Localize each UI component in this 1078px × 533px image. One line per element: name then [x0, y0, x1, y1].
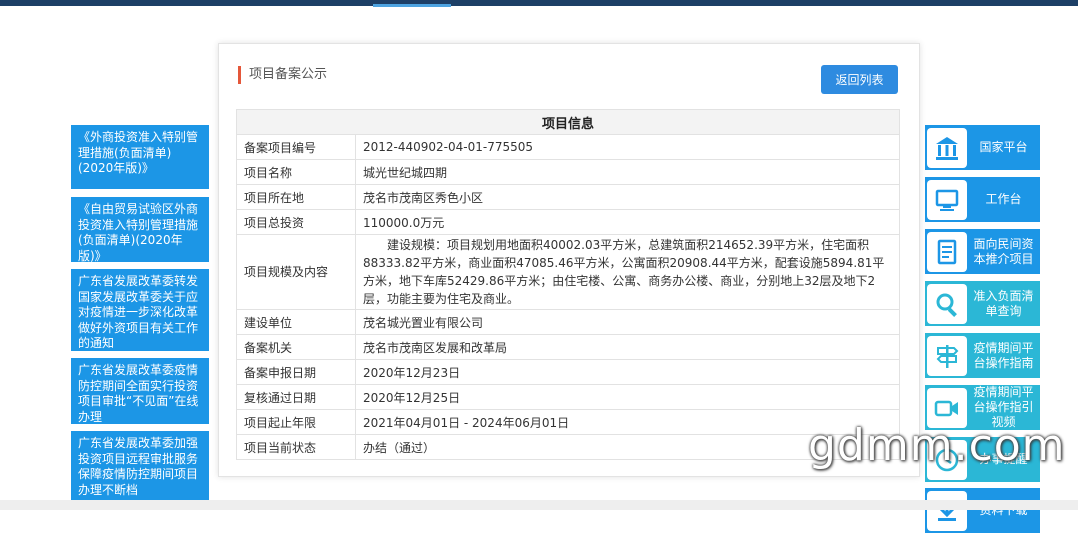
site-watermark: gdmm.com — [808, 420, 1066, 471]
table-header: 项目信息 — [236, 109, 900, 135]
row-label: 项目名称 — [236, 159, 356, 185]
bank-icon — [927, 127, 967, 168]
news-item-ftz-negative-list[interactable]: 《自由贸易试验区外商投资准入特别管理措施(负面清单)(2020年版)》 — [71, 197, 209, 262]
table-row: 备案申报日期 2020年12月23日 — [236, 359, 900, 385]
sidebar-item-epidemic-guide[interactable]: 疫情期间平台操作指南 — [925, 333, 1040, 378]
table-row: 建设单位 茂名城光置业有限公司 — [236, 309, 900, 335]
row-label: 备案申报日期 — [236, 359, 356, 385]
sidebar-item-download[interactable]: 资料下载 — [925, 488, 1040, 533]
table-row: 项目名称 城光世纪城四期 — [236, 159, 900, 185]
news-item-online-approval[interactable]: 广东省发展改革委疫情防控期间全面实行投资项目审批“不见面”在线办理 — [71, 358, 209, 424]
sidebar-item-national-platform[interactable]: 国家平台 — [925, 125, 1040, 170]
table-row: 项目起止年限 2021年04月01日 - 2024年06月01日 — [236, 409, 900, 435]
table-row: 项目所在地 茂名市茂南区秀色小区 — [236, 184, 900, 210]
row-label: 备案项目编号 — [236, 134, 356, 160]
back-to-list-button[interactable]: 返回列表 — [821, 65, 898, 94]
table-header-row: 项目信息 — [236, 109, 900, 135]
project-scale-value: 建设规模：项目规划用地面积40002.03平方米，总建筑面积214652.39平… — [355, 234, 900, 310]
review-date-value: 2020年12月25日 — [355, 384, 900, 410]
top-nav-active-indicator — [373, 4, 451, 7]
top-navigation-bar — [0, 0, 1078, 6]
signpost-icon — [927, 335, 967, 376]
sidebar-item-private-capital-projects[interactable]: 面向民间资本推介项目 — [925, 229, 1040, 274]
search-icon — [927, 283, 967, 324]
row-label: 项目规模及内容 — [236, 234, 356, 310]
table-row: 备案机关 茂名市茂南区发展和改革局 — [236, 334, 900, 360]
page-bottom-strip — [0, 500, 1078, 510]
download-icon — [927, 490, 967, 531]
sidebar-item-label: 面向民间资本推介项目 — [973, 236, 1034, 266]
table-row: 项目规模及内容 建设规模：项目规划用地面积40002.03平方米，总建筑面积21… — [236, 234, 900, 310]
sidebar-item-label: 工作台 — [985, 192, 1022, 206]
project-info-table: 项目信息 备案项目编号 2012-440902-04-01-775505 项目名… — [236, 109, 900, 460]
row-label: 项目所在地 — [236, 184, 356, 210]
project-location-value: 茂名市茂南区秀色小区 — [355, 184, 900, 210]
total-investment-value: 110000.0万元 — [355, 209, 900, 235]
sidebar-item-label: 国家平台 — [979, 140, 1028, 154]
news-item-negative-list-2020[interactable]: 《外商投资准入特别管理措施(负面清单)(2020年版)》 — [71, 125, 209, 189]
news-item-epidemic-foreign-investment[interactable]: 广东省发展改革委转发国家发展改革委关于应对疫情进一步深化改革做好外资项目有关工作… — [71, 269, 209, 351]
table-row: 备案项目编号 2012-440902-04-01-775505 — [236, 134, 900, 160]
table-row: 项目当前状态 办结（通过） — [236, 434, 900, 460]
builder-value: 茂名城光置业有限公司 — [355, 309, 900, 335]
table-row: 复核通过日期 2020年12月25日 — [236, 384, 900, 410]
document-icon — [927, 231, 967, 272]
sidebar-item-negative-list-query[interactable]: 准入负面清单查询 — [925, 281, 1040, 326]
monitor-icon — [927, 179, 967, 220]
row-label: 项目当前状态 — [236, 434, 356, 460]
row-label: 复核通过日期 — [236, 384, 356, 410]
row-label: 项目起止年限 — [236, 409, 356, 435]
row-label: 建设单位 — [236, 309, 356, 335]
record-authority-value: 茂名市茂南区发展和改革局 — [355, 334, 900, 360]
sidebar-item-workbench[interactable]: 工作台 — [925, 177, 1040, 222]
apply-date-value: 2020年12月23日 — [355, 359, 900, 385]
sidebar-item-label: 疫情期间平台操作指南 — [973, 340, 1034, 370]
project-name-value: 城光世纪城四期 — [355, 159, 900, 185]
table-row: 项目总投资 110000.0万元 — [236, 209, 900, 235]
row-label: 项目总投资 — [236, 209, 356, 235]
row-label: 备案机关 — [236, 334, 356, 360]
record-code-value: 2012-440902-04-01-775505 — [355, 134, 900, 160]
project-record-panel: 项目备案公示 返回列表 项目信息 备案项目编号 2012-440902-04-0… — [218, 43, 920, 477]
news-item-remote-approval[interactable]: 广东省发展改革委加强投资项目远程审批服务保障疫情防控期间项目办理不断档 — [71, 431, 209, 510]
panel-title: 项目备案公示 — [238, 66, 327, 84]
sidebar-item-label: 准入负面清单查询 — [973, 288, 1034, 318]
